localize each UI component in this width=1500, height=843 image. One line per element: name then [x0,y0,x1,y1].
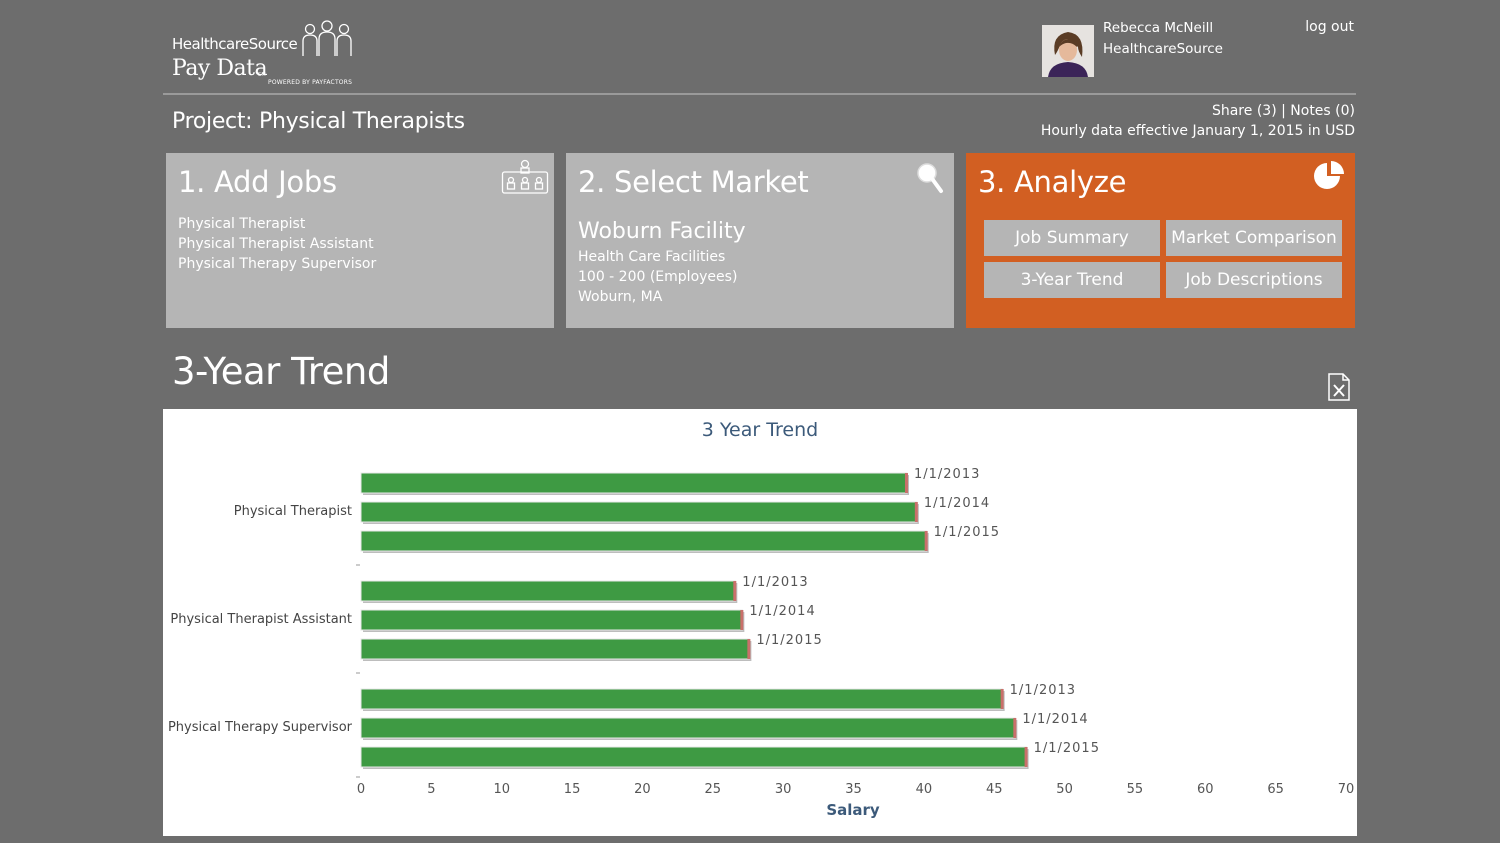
x-axis-label: Salary [826,801,880,819]
job-summary-button[interactable]: Job Summary [984,220,1160,256]
bar [360,472,908,494]
job-list-item: Physical Therapist [178,216,306,232]
chart-title: 3 Year Trend [702,419,818,441]
bar [360,638,750,660]
data-label: 1/1/2013 [1010,683,1076,698]
pie-chart-icon [1312,159,1346,197]
x-tick-label: 10 [493,782,510,797]
bar-end-marker [924,531,928,551]
org-chart-icon [501,159,549,199]
step-add-jobs-panel[interactable]: 1. Add Jobs Physical Therapist Physical … [166,153,554,328]
x-tick-label: 5 [427,782,435,797]
job-descriptions-button[interactable]: Job Descriptions [1166,262,1342,298]
market-detail: Health Care Facilities [578,249,726,265]
share-link[interactable]: Share (3) [1212,103,1277,119]
market-detail: Woburn, MA [578,289,663,305]
bar-end-marker [740,610,744,630]
healthcaresource-logo: HealthcareSource Pay Data SM POWERED BY … [172,20,372,86]
step-select-market-title: 2. Select Market [578,165,809,199]
market-detail: 100 - 200 (Employees) [578,269,738,285]
market-name: Woburn Facility [578,219,746,244]
data-effective-note: Hourly data effective January 1, 2015 in… [1040,123,1355,139]
step-add-jobs-title: 1. Add Jobs [178,165,337,199]
logo-powered-by: SM POWERED BY PAYFACTORS [258,72,352,86]
x-tick-label: 35 [845,782,862,797]
logo-service-mark: SM [258,72,266,78]
step-analyze-panel[interactable]: 3. Analyze Job Summary Market Comparison… [966,153,1355,328]
job-list-item: Physical Therapist Assistant [178,236,374,252]
logout-link[interactable]: log out [1305,19,1354,35]
bar [360,717,1016,739]
category-label: Physical Therapy Supervisor [168,720,353,735]
step-analyze-title: 3. Analyze [978,165,1127,199]
x-tick-label: 15 [564,782,581,797]
category-label: Physical Therapist Assistant [170,612,352,627]
x-tick-label: 55 [1127,782,1144,797]
excel-export-icon[interactable] [1327,373,1351,405]
bar [360,688,1004,710]
step-select-market-panel[interactable]: 2. Select Market Woburn Facility Health … [566,153,954,328]
notes-link[interactable]: Notes (0) [1290,103,1355,119]
data-label: 1/1/2013 [914,467,980,482]
x-tick-label: 0 [357,782,365,797]
x-tick-label: 30 [775,782,792,797]
x-tick-label: 40 [916,782,933,797]
bar-end-marker [1013,718,1017,738]
x-tick-label: 50 [1056,782,1073,797]
people-logo-icon [300,20,354,62]
logo-powered-text: POWERED BY PAYFACTORS [268,79,353,86]
bar-end-marker [1024,747,1028,767]
bar [360,580,736,602]
avatar [1042,25,1094,77]
trend-chart: 3 Year Trend Physical Therapist 1/1/2013 1/… [168,419,1355,819]
x-tick-label: 70 [1338,782,1355,797]
data-label: 1/1/2014 [924,496,990,511]
data-label: 1/1/2013 [742,575,808,590]
category-label: Physical Therapist [234,504,352,519]
bar-end-marker [904,473,908,493]
job-list-item: Physical Therapy Supervisor [178,256,377,272]
data-label: 1/1/2014 [1022,712,1088,727]
x-tick-label: 20 [634,782,651,797]
x-tick-label: 25 [705,782,722,797]
data-label: 1/1/2014 [749,604,815,619]
bar [360,501,918,523]
user-organization: HealthcareSource [1103,41,1223,57]
bar [360,530,928,552]
project-title: Project: Physical Therapists [172,109,465,134]
bar-end-marker [733,581,737,601]
trend-chart-card: 3 Year Trend Physical Therapist 1/1/2013 1/… [163,409,1357,836]
section-title: 3-Year Trend [172,350,390,393]
bar [360,609,743,631]
logo-wordmark-bottom: Pay Data [172,56,268,81]
user-name: Rebecca McNeill [1103,20,1214,36]
bar-end-marker [747,639,751,659]
bar-end-marker [1000,689,1004,709]
logo-wordmark-top: HealthcareSource [172,35,298,53]
search-icon [915,161,945,199]
share-notes-bar: Share (3) | Notes (0) [1212,103,1355,119]
bar [360,746,1028,768]
x-tick-label: 45 [986,782,1003,797]
market-comparison-button[interactable]: Market Comparison [1166,220,1342,256]
data-label: 1/1/2015 [934,525,1000,540]
x-tick-label: 60 [1197,782,1214,797]
share-notes-separator: | [1281,103,1286,119]
x-tick-label: 65 [1267,782,1284,797]
three-year-trend-button[interactable]: 3-Year Trend [984,262,1160,298]
bar-end-marker [914,502,918,522]
header-divider [163,93,1356,95]
data-label: 1/1/2015 [1034,741,1100,756]
data-label: 1/1/2015 [756,633,822,648]
